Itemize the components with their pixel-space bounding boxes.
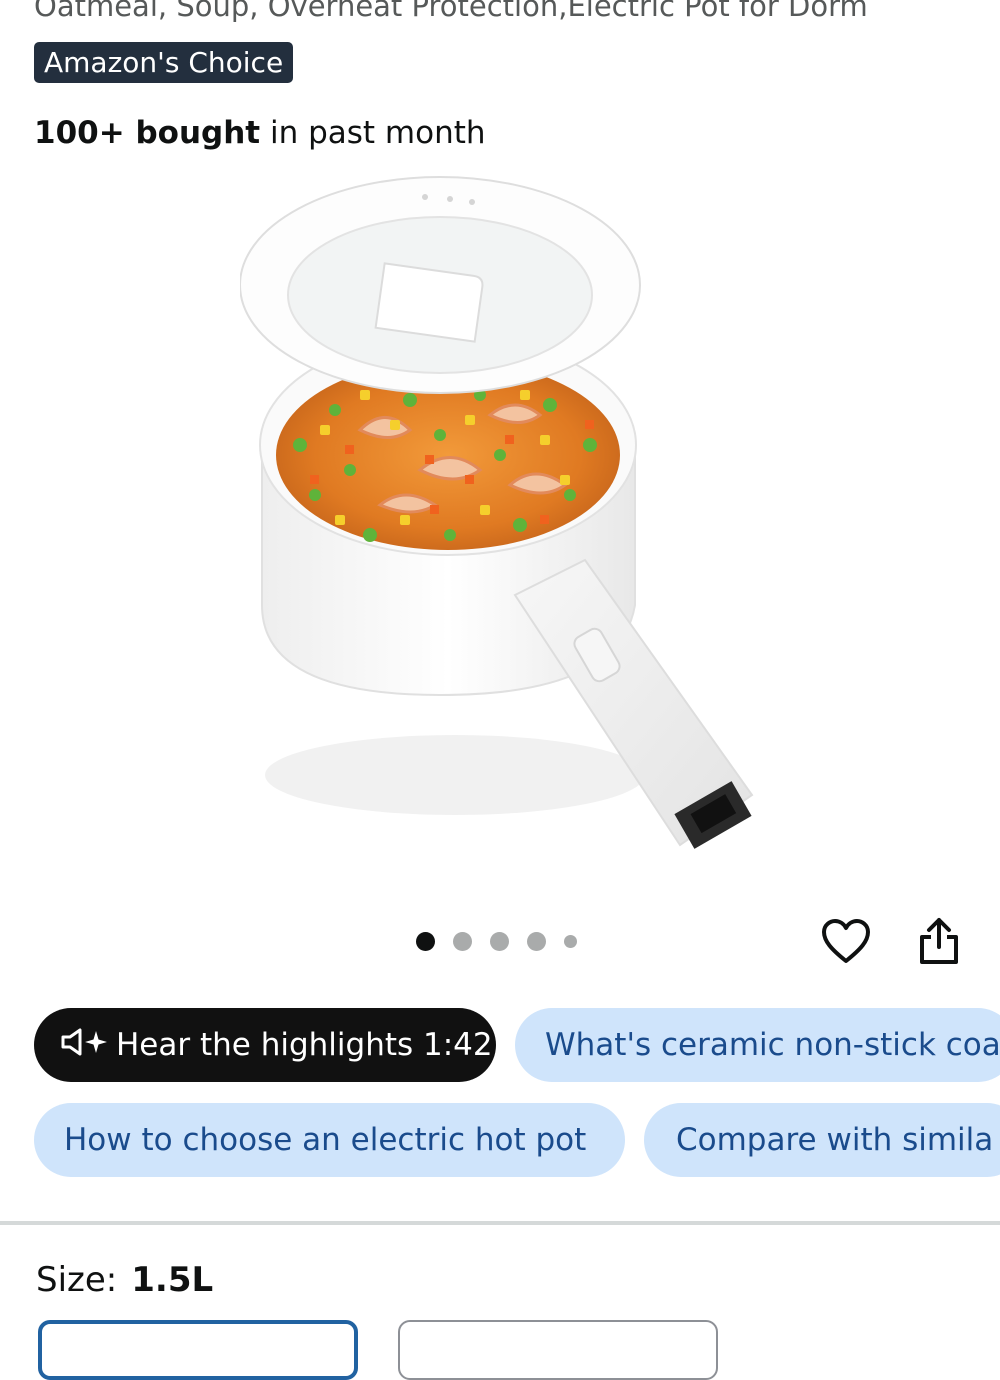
carousel-dot[interactable] bbox=[490, 931, 509, 951]
bought-count: 100+ bought bbox=[34, 115, 261, 151]
product-title: Oatmeal, Soup, Overheat Protection,Elect… bbox=[34, 0, 868, 23]
chip-compare-similar[interactable]: Compare with simila bbox=[644, 1103, 1000, 1177]
amazons-choice-badge[interactable]: Amazon's Choice bbox=[34, 42, 294, 83]
carousel-dots[interactable] bbox=[416, 930, 577, 952]
favorite-button[interactable] bbox=[818, 913, 874, 969]
heart-icon bbox=[822, 919, 870, 963]
chip-ceramic-non-stick[interactable]: What's ceramic non-stick coa bbox=[515, 1008, 1000, 1082]
carousel-dot[interactable] bbox=[564, 934, 577, 948]
product-image[interactable] bbox=[239, 175, 760, 865]
share-button[interactable] bbox=[911, 913, 967, 969]
size-option-selected[interactable] bbox=[38, 1320, 358, 1380]
carousel-dot[interactable] bbox=[416, 931, 435, 951]
bought-in-past-month: 100+ bought in past month bbox=[34, 113, 486, 153]
chip-how-to-choose[interactable]: How to choose an electric hot pot bbox=[34, 1103, 625, 1177]
hear-highlights-chip[interactable]: Hear the highlights 1:42 bbox=[34, 1008, 496, 1082]
size-selector-label: Size: 1.5L bbox=[36, 1258, 213, 1302]
chip-label: Hear the highlights 1:42 bbox=[116, 1027, 493, 1063]
size-option[interactable] bbox=[398, 1320, 718, 1380]
share-icon bbox=[920, 918, 958, 964]
carousel-dot[interactable] bbox=[453, 931, 472, 951]
carousel-dot[interactable] bbox=[527, 931, 546, 951]
size-value: 1.5L bbox=[131, 1260, 214, 1300]
size-label: Size: bbox=[36, 1260, 118, 1300]
section-divider bbox=[0, 1221, 1000, 1225]
speaker-sparkle-icon bbox=[60, 1010, 110, 1083]
bought-suffix: in past month bbox=[260, 115, 486, 151]
